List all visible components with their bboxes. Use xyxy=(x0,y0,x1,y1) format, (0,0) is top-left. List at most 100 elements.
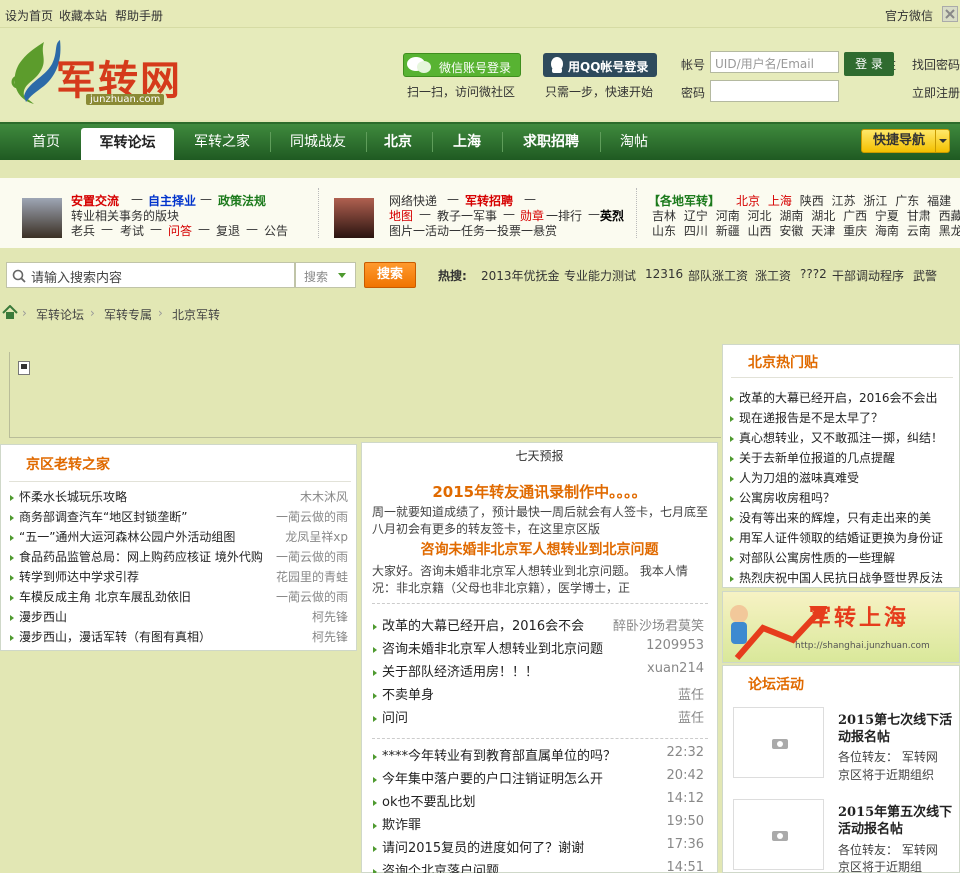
region-link[interactable]: 西藏 xyxy=(939,209,960,223)
link-notice[interactable]: 公告 xyxy=(264,222,288,239)
hot-search-link[interactable]: 部队涨工资 xyxy=(688,267,748,284)
region-link[interactable]: 上海 xyxy=(768,194,792,208)
search-input[interactable]: 请输入搜索内容 xyxy=(6,262,295,288)
list-item-title[interactable]: 咨询个北京落户问题 xyxy=(382,864,499,873)
list-item-title[interactable]: 怀柔水长城玩乐攻略 xyxy=(19,490,127,504)
list-item-title[interactable]: 公寓房收房租吗？ xyxy=(739,491,835,505)
region-link[interactable]: 天津 xyxy=(811,224,835,238)
list-item-author[interactable]: xuan214 xyxy=(647,661,704,676)
list-item[interactable]: 改革的大幕已经开启，2016会不会出 xyxy=(730,389,938,406)
activity-image[interactable] xyxy=(733,707,824,778)
region-link[interactable]: 山东 xyxy=(652,224,676,238)
breadcrumb-item[interactable]: 军转论坛 xyxy=(36,306,84,323)
region-link[interactable]: 河南 xyxy=(716,209,740,223)
list-item[interactable]: 车模反成主角 北京车展乱劲依旧 xyxy=(10,588,191,605)
region-link[interactable]: 河北 xyxy=(748,209,772,223)
nav-home2[interactable]: 军转之家 xyxy=(182,124,262,160)
list-item-title[interactable]: “五一”通州大运河森林公园户外活动组图 xyxy=(19,530,235,544)
wechat-login-button[interactable]: 微信账号登录 xyxy=(403,53,521,77)
list-item[interactable]: 漫步西山 xyxy=(10,608,67,625)
link-exam[interactable]: 考试 xyxy=(120,222,144,239)
forgot-password-link[interactable]: 找回密码 xyxy=(912,56,960,73)
list-item[interactable]: “五一”通州大运河森林公园户外活动组图 xyxy=(10,528,235,545)
list-item[interactable]: 咨询个北京落户问题 xyxy=(373,860,499,873)
list-item[interactable]: 今年集中落户要的户口注销证明怎么开 xyxy=(373,768,603,787)
list-item-title[interactable]: 咨询未婚非北京军人想转业到北京问题 xyxy=(382,642,603,657)
headline-2[interactable]: 咨询未婚非北京军人想转业到北京问题 xyxy=(362,539,717,559)
password-input[interactable] xyxy=(710,80,839,102)
list-item-author[interactable]: 醉卧沙场君莫笑 xyxy=(613,615,704,634)
list-item-title[interactable]: 不卖单身 xyxy=(382,688,434,703)
list-item-author[interactable]: 木木沐风 xyxy=(300,488,348,505)
list-item-title[interactable]: 热烈庆祝中国人民抗日战争暨世界反法 xyxy=(739,571,943,585)
region-link[interactable]: 湖北 xyxy=(811,209,835,223)
list-item-title[interactable]: 请问2015复员的进度如何了？谢谢 xyxy=(382,841,584,856)
list-item-title[interactable]: 关于去新单位报道的几点提醒 xyxy=(739,451,895,465)
headline-1[interactable]: 2015年转友通讯录制作中。。。。 xyxy=(362,481,717,502)
close-icon[interactable] xyxy=(942,6,958,22)
list-item-author[interactable]: 龙凤呈祥xp xyxy=(285,528,348,545)
nav-jobs[interactable]: 求职招聘 xyxy=(510,124,592,160)
quick-nav-button[interactable]: 快捷导航 xyxy=(861,129,950,153)
link-misc[interactable]: 图片一活动一任务一投票一悬赏 xyxy=(389,222,557,239)
list-item-author[interactable]: 一蔺云做的雨 xyxy=(276,508,348,525)
list-item-author[interactable]: 1209953 xyxy=(646,638,704,653)
set-home-link[interactable]: 设为首页 xyxy=(5,7,53,24)
list-item[interactable]: 关于部队经济适用房！！！ xyxy=(373,661,538,680)
official-wechat-link[interactable]: 官方微信 xyxy=(885,7,933,24)
nav-home[interactable]: 首页 xyxy=(18,124,74,160)
hot-search-link[interactable]: 2013年优抚金 xyxy=(481,267,560,284)
hot-search-link[interactable]: 武警 xyxy=(913,267,937,284)
nav-beijing[interactable]: 北京 xyxy=(372,124,424,160)
region-link[interactable]: 甘肃 xyxy=(907,209,931,223)
list-item-author[interactable]: 一蔺云做的雨 xyxy=(276,548,348,565)
link-martyrs[interactable]: 英烈 xyxy=(600,207,624,224)
list-item-title[interactable]: ok也不要乱比划 xyxy=(382,795,475,810)
hot-search-link[interactable]: 12316 xyxy=(645,267,683,281)
list-item-title[interactable]: 问问 xyxy=(382,711,408,726)
list-item[interactable]: 没有等出来的辉煌，只有走出来的美 xyxy=(730,509,931,526)
register-link[interactable]: 立即注册 xyxy=(912,84,960,101)
region-link[interactable]: 新疆 xyxy=(716,224,740,238)
activity-title[interactable]: 活动报名帖 xyxy=(838,818,903,837)
breadcrumb-item[interactable]: 北京军转 xyxy=(172,306,220,323)
list-item[interactable]: 对部队公寓房性质的一些理解 xyxy=(730,549,895,566)
list-item[interactable]: 用军人证件领取的结婚证更换为身份证 xyxy=(730,529,943,546)
account-input[interactable]: UID/用户名/Email xyxy=(710,51,839,73)
region-link[interactable]: 海南 xyxy=(875,224,899,238)
list-item[interactable]: 不卖单身 xyxy=(373,684,434,703)
logo-icon[interactable] xyxy=(4,38,64,110)
region-link[interactable]: 福建 xyxy=(927,194,951,208)
help-link[interactable]: 帮助手册 xyxy=(115,7,163,24)
list-item[interactable]: 食品药品监管总局：网上购药应核证 境外代购 xyxy=(10,548,263,565)
region-link[interactable]: 山西 xyxy=(748,224,772,238)
list-item-title[interactable]: 改革的大幕已经开启，2016会不会出 xyxy=(739,391,938,405)
link-policy[interactable]: 政策法规 xyxy=(218,192,266,209)
list-item-title[interactable]: 改革的大幕已经开启，2016会不会 xyxy=(382,619,584,634)
list-item[interactable]: 咨询未婚非北京军人想转业到北京问题 xyxy=(373,638,603,657)
login-button[interactable]: 登 录 xyxy=(844,52,894,76)
list-item-author[interactable]: 蓝任 xyxy=(678,707,704,726)
nav-forum[interactable]: 军转论坛 xyxy=(81,128,174,160)
hot-search-link[interactable]: 涨工资 xyxy=(755,267,791,284)
list-item[interactable]: 欺诈罪 xyxy=(373,814,421,833)
list-item-title[interactable]: 漫步西山，漫话军转（有图有真相） xyxy=(19,630,211,644)
qq-login-button[interactable]: 用QQ帐号登录 xyxy=(543,53,657,77)
search-type-select[interactable]: 搜索 xyxy=(295,262,356,288)
list-item-author[interactable]: 花园里的青蛙 xyxy=(276,568,348,585)
list-item-title[interactable]: 人为刀俎的滋味真难受 xyxy=(739,471,859,485)
region-link[interactable]: 安徽 xyxy=(779,224,803,238)
activity-title[interactable]: 动报名帖 xyxy=(838,726,890,745)
hot-search-link[interactable]: 专业能力测试 xyxy=(564,267,636,284)
bookmark-link[interactable]: 收藏本站 xyxy=(59,7,107,24)
list-item-author[interactable]: 蓝任 xyxy=(678,684,704,703)
region-link[interactable]: 四川 xyxy=(684,224,708,238)
home-icon[interactable] xyxy=(2,305,18,320)
link-retire[interactable]: 复退 xyxy=(216,222,240,239)
list-item-title[interactable]: 今年集中落户要的户口注销证明怎么开 xyxy=(382,772,603,787)
list-item-title[interactable]: 对部队公寓房性质的一些理解 xyxy=(739,551,895,565)
list-item[interactable]: 热烈庆祝中国人民抗日战争暨世界反法 xyxy=(730,569,943,586)
list-item[interactable]: 商务部调查汽车“地区封锁垄断” xyxy=(10,508,187,525)
nav-shanghai[interactable]: 上海 xyxy=(440,124,494,160)
list-item-title[interactable]: 欺诈罪 xyxy=(382,818,421,833)
